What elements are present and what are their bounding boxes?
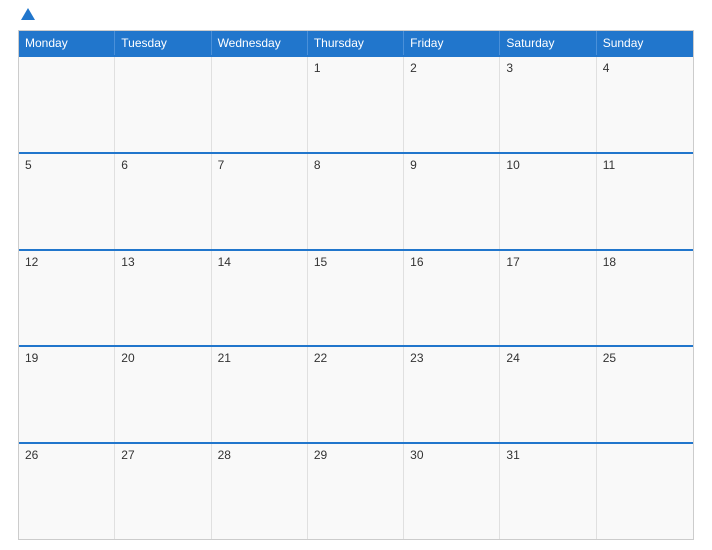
day-cell: 24	[500, 347, 596, 442]
day-number: 29	[314, 448, 327, 462]
day-cell: 5	[19, 154, 115, 249]
day-number: 5	[25, 158, 32, 172]
day-cell: 27	[115, 444, 211, 539]
day-header-monday: Monday	[19, 31, 115, 55]
day-cell: 19	[19, 347, 115, 442]
day-number: 17	[506, 255, 519, 269]
calendar-grid: MondayTuesdayWednesdayThursdayFridaySatu…	[18, 30, 694, 540]
week-row-2: 5 6 7 8 9 10 11	[19, 152, 693, 249]
day-number: 24	[506, 351, 519, 365]
day-number: 31	[506, 448, 519, 462]
logo	[18, 10, 35, 22]
day-cell: 23	[404, 347, 500, 442]
week-row-4: 19 20 21 22 23 24 25	[19, 345, 693, 442]
day-number: 16	[410, 255, 423, 269]
day-number: 13	[121, 255, 134, 269]
day-number: 27	[121, 448, 134, 462]
day-header-saturday: Saturday	[500, 31, 596, 55]
calendar-container: MondayTuesdayWednesdayThursdayFridaySatu…	[0, 0, 712, 550]
day-number: 1	[314, 61, 321, 75]
day-cell: 25	[597, 347, 693, 442]
week-row-3: 12 13 14 15 16 17 18	[19, 249, 693, 346]
day-cell: 13	[115, 251, 211, 346]
day-header-wednesday: Wednesday	[212, 31, 308, 55]
week-row-5: 26 27 28 29 30 31	[19, 442, 693, 539]
day-cell	[19, 57, 115, 152]
day-cell: 18	[597, 251, 693, 346]
day-cell: 20	[115, 347, 211, 442]
day-number: 3	[506, 61, 513, 75]
day-cell	[597, 444, 693, 539]
day-number: 30	[410, 448, 423, 462]
day-cell: 29	[308, 444, 404, 539]
day-number: 14	[218, 255, 231, 269]
day-number: 11	[603, 158, 615, 172]
day-cell: 8	[308, 154, 404, 249]
week-row-1: 1 2 3 4	[19, 55, 693, 152]
day-cell: 7	[212, 154, 308, 249]
day-number: 10	[506, 158, 519, 172]
day-header-friday: Friday	[404, 31, 500, 55]
day-cell: 26	[19, 444, 115, 539]
day-number: 12	[25, 255, 38, 269]
day-number: 23	[410, 351, 423, 365]
day-cell: 22	[308, 347, 404, 442]
day-cell: 14	[212, 251, 308, 346]
day-cell: 21	[212, 347, 308, 442]
day-cell: 15	[308, 251, 404, 346]
day-cell: 31	[500, 444, 596, 539]
day-number: 22	[314, 351, 327, 365]
logo-triangle-icon	[21, 8, 35, 20]
day-cell	[115, 57, 211, 152]
day-number: 18	[603, 255, 616, 269]
day-cell: 11	[597, 154, 693, 249]
day-number: 4	[603, 61, 610, 75]
day-number: 7	[218, 158, 225, 172]
day-number: 2	[410, 61, 417, 75]
day-number: 8	[314, 158, 321, 172]
day-number: 25	[603, 351, 616, 365]
day-header-tuesday: Tuesday	[115, 31, 211, 55]
day-cell: 10	[500, 154, 596, 249]
day-number: 26	[25, 448, 38, 462]
day-number: 15	[314, 255, 327, 269]
day-cell: 6	[115, 154, 211, 249]
day-cell: 12	[19, 251, 115, 346]
day-cell: 28	[212, 444, 308, 539]
day-number: 20	[121, 351, 134, 365]
day-header-sunday: Sunday	[597, 31, 693, 55]
day-number: 6	[121, 158, 128, 172]
day-cell	[212, 57, 308, 152]
weeks-container: 1234567891011121314151617181920212223242…	[19, 55, 693, 539]
day-cell: 30	[404, 444, 500, 539]
day-cell: 9	[404, 154, 500, 249]
day-cell: 1	[308, 57, 404, 152]
day-cell: 16	[404, 251, 500, 346]
days-header: MondayTuesdayWednesdayThursdayFridaySatu…	[19, 31, 693, 55]
day-number: 28	[218, 448, 231, 462]
day-cell: 3	[500, 57, 596, 152]
day-number: 21	[218, 351, 231, 365]
day-cell: 2	[404, 57, 500, 152]
day-number: 19	[25, 351, 38, 365]
day-number: 9	[410, 158, 417, 172]
day-header-thursday: Thursday	[308, 31, 404, 55]
day-cell: 4	[597, 57, 693, 152]
calendar-header	[18, 10, 694, 22]
day-cell: 17	[500, 251, 596, 346]
